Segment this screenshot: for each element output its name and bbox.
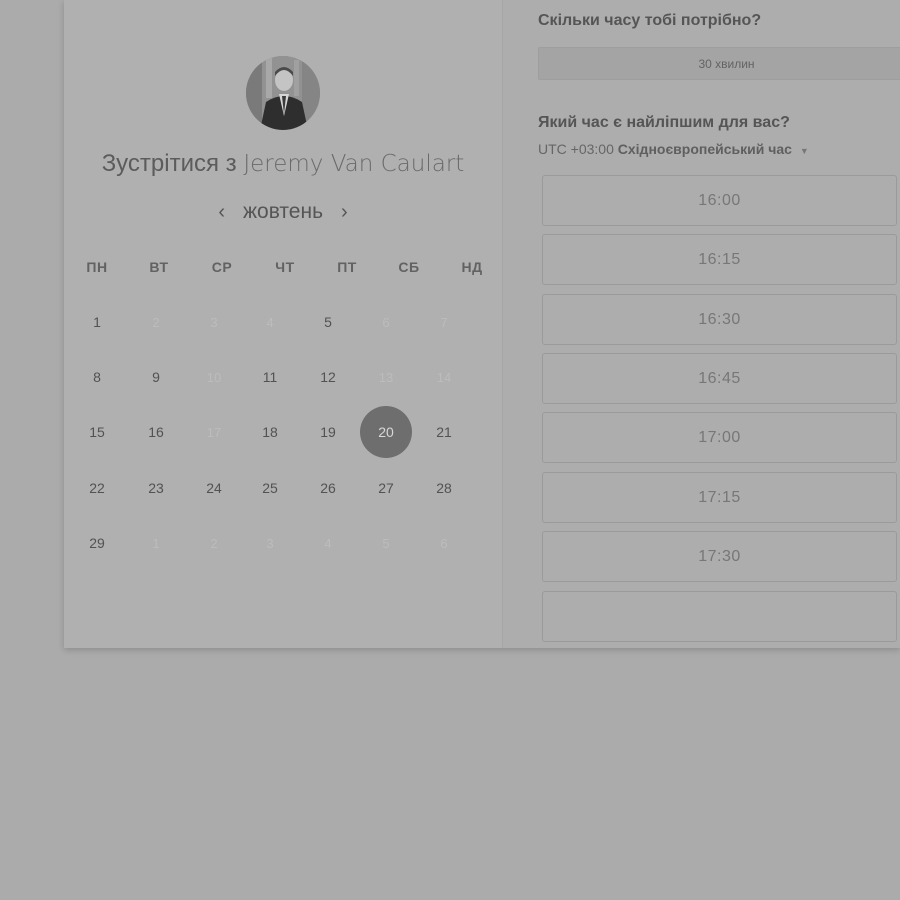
timezone-offset: UTC +03:00 <box>538 141 614 157</box>
calendar-day[interactable]: 23 <box>130 462 182 514</box>
previous-month-chevron-icon[interactable]: ‹ <box>214 202 229 222</box>
next-month-chevron-icon[interactable]: › <box>337 202 352 222</box>
calendar-day[interactable]: 5 <box>302 296 354 348</box>
host-avatar <box>246 56 320 130</box>
calendar-day[interactable]: 8 <box>71 351 123 403</box>
calendar-day: 4 <box>324 535 332 551</box>
calendar-day: 6 <box>440 535 448 551</box>
calendar-day: 17 <box>206 424 222 440</box>
host-name: Jeremy Van Caulart <box>243 151 465 177</box>
calendar-day: 3 <box>210 314 218 330</box>
caret-down-icon: ▼ <box>799 146 809 156</box>
weekday-mon: ПН <box>86 259 108 275</box>
calendar-day: 10 <box>206 369 222 385</box>
calendar-day[interactable]: 15 <box>71 406 123 458</box>
calendar-day[interactable]: 11 <box>244 351 296 403</box>
calendar-day: 7 <box>440 314 448 330</box>
calendar-day-selected[interactable]: 20 <box>360 406 412 458</box>
meeting-title: Зустрітися з Jeremy Van Caulart <box>64 150 502 178</box>
calendar-day: 5 <box>382 535 390 551</box>
duration-heading: Скільки часу тобі потрібно? <box>538 12 762 29</box>
calendar-day[interactable]: 24 <box>188 462 240 514</box>
calendar-day: 4 <box>266 314 274 330</box>
booking-options-pane: Скільки часу тобі потрібно? 30 хвилин Як… <box>503 0 900 648</box>
calendar-day[interactable]: 29 <box>71 517 123 569</box>
calendar-day[interactable]: 19 <box>302 406 354 458</box>
timezone-name: Східноєвропейський час <box>617 141 792 157</box>
calendar-day: 6 <box>382 314 390 330</box>
calendar-day[interactable]: 1 <box>71 296 123 348</box>
time-slot-button[interactable]: 17:00 <box>542 412 897 463</box>
weekday-sat: СБ <box>398 259 420 275</box>
month-label: жовтень <box>242 200 324 223</box>
calendar-day[interactable]: 21 <box>418 406 470 458</box>
calendar-day[interactable]: 16 <box>130 406 182 458</box>
time-slot-button[interactable]: 16:15 <box>542 234 897 285</box>
time-slot-button[interactable]: 17:15 <box>542 472 897 523</box>
time-slot-button[interactable]: 17:30 <box>542 531 897 582</box>
time-heading: Який час є найліпшим для вас? <box>538 114 790 131</box>
calendar-day[interactable]: 25 <box>244 462 296 514</box>
duration-option-button[interactable]: 30 хвилин <box>538 47 900 80</box>
timezone-selector[interactable]: UTC +03:00 Східноєвропейський час ▼ <box>538 141 809 157</box>
weekday-tue: ВТ <box>149 259 169 275</box>
calendar-day: 3 <box>266 535 274 551</box>
meeting-title-prefix: Зустрітися з <box>101 150 237 177</box>
calendar-day: 2 <box>210 535 218 551</box>
calendar-day: 14 <box>436 369 452 385</box>
time-slot-button[interactable]: 16:45 <box>542 353 897 404</box>
weekday-sun: НД <box>461 259 483 275</box>
weekday-fri: ПТ <box>337 259 357 275</box>
weekday-wed: СР <box>211 259 233 275</box>
weekday-header: ПН ВТ СР ЧТ ПТ СБ НД <box>64 259 502 277</box>
time-slot-button[interactable]: 16:00 <box>542 175 897 226</box>
calendar-day[interactable]: 18 <box>244 406 296 458</box>
time-slot-button[interactable]: 16:30 <box>542 294 897 345</box>
time-slot-button[interactable] <box>542 591 897 642</box>
calendar-day: 1 <box>152 535 160 551</box>
calendar-day[interactable]: 27 <box>360 462 412 514</box>
calendar-day[interactable]: 28 <box>418 462 470 514</box>
calendar-day[interactable]: 9 <box>130 351 182 403</box>
calendar-day[interactable]: 26 <box>302 462 354 514</box>
booking-card: Зустрітися з Jeremy Van Caulart ‹ жовтен… <box>64 0 900 648</box>
calendar-day[interactable]: 12 <box>302 351 354 403</box>
calendar-pane: Зустрітися з Jeremy Van Caulart ‹ жовтен… <box>64 0 503 648</box>
calendar-day: 2 <box>152 314 160 330</box>
month-navigation: ‹ жовтень › <box>64 198 502 226</box>
calendar-day: 13 <box>378 369 394 385</box>
weekday-thu: ЧТ <box>275 259 295 275</box>
calendar-day[interactable]: 22 <box>71 462 123 514</box>
